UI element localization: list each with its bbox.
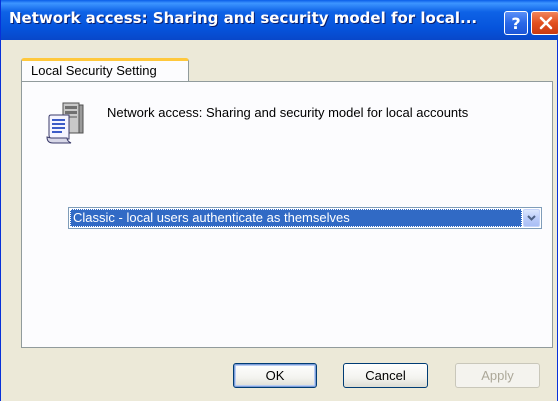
close-button[interactable] — [531, 11, 558, 35]
window-title: Network access: Sharing and security mod… — [9, 9, 478, 27]
ok-button[interactable]: OK — [233, 363, 317, 388]
dropdown-selected-value: Classic - local users authenticate as th… — [70, 209, 522, 227]
dialog-window: Network access: Sharing and security mod… — [0, 0, 558, 401]
title-bar[interactable]: Network access: Sharing and security mod… — [1, 0, 558, 40]
help-button[interactable]: ? — [504, 11, 528, 35]
tab-local-security-setting[interactable]: Local Security Setting — [21, 58, 189, 82]
help-icon: ? — [511, 15, 520, 31]
dropdown-arrow-button[interactable] — [523, 209, 540, 227]
tab-label: Local Security Setting — [31, 63, 157, 78]
close-icon — [539, 16, 552, 30]
cancel-button[interactable]: Cancel — [343, 363, 428, 388]
apply-button[interactable]: Apply — [455, 363, 540, 388]
security-model-dropdown[interactable]: Classic - local users authenticate as th… — [68, 207, 542, 229]
svg-text:?: ? — [511, 15, 520, 31]
policy-document-icon — [46, 102, 84, 144]
chevron-down-icon — [527, 215, 536, 221]
policy-name: Network access: Sharing and security mod… — [107, 105, 469, 120]
